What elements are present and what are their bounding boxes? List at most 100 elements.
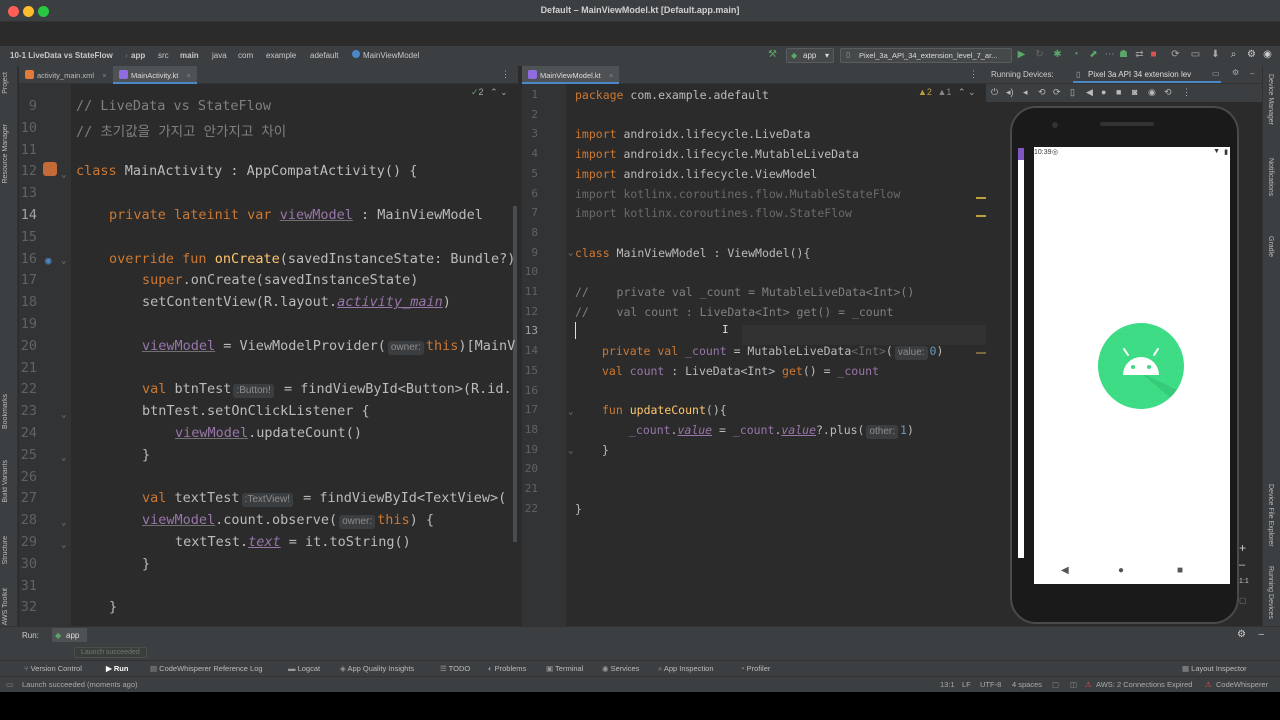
back-icon[interactable]: ◀ xyxy=(1086,87,1093,98)
warning-stripe[interactable] xyxy=(976,352,986,354)
breadcrumb-main[interactable]: main xyxy=(180,51,199,60)
fold-marker-icon[interactable]: ⌄ xyxy=(568,446,573,456)
volume-up-icon[interactable]: ◂) xyxy=(1006,87,1014,98)
close-icon[interactable]: × xyxy=(609,71,613,80)
gear-icon[interactable]: ⚙ xyxy=(1246,49,1257,60)
tool-tab-problems[interactable]: ◐ Problems xyxy=(488,664,526,673)
memory-icon[interactable]: ◫ xyxy=(1070,680,1077,689)
fold-marker-icon[interactable]: ⌄ xyxy=(61,540,66,550)
status-panel-icon[interactable]: ▭ xyxy=(6,680,13,689)
warning-stripe[interactable] xyxy=(976,215,986,217)
tool-tab-notifications[interactable]: Notifications xyxy=(1267,158,1274,196)
tool-tab-resource-manager[interactable]: Resource Manager xyxy=(2,124,9,184)
breadcrumb-project[interactable]: 10-1 LiveData vs StateFlow xyxy=(10,51,113,60)
home-icon[interactable]: ● xyxy=(1101,87,1106,97)
fold-marker-icon[interactable]: ⌄ xyxy=(61,410,66,420)
device-select[interactable]: ▯ Pixel_3a_API_34_extension_level_7_ar..… xyxy=(840,48,1012,63)
tab-list-icon[interactable]: ⋮ xyxy=(969,69,978,80)
tool-tab-logcat[interactable]: ▬ Logcat xyxy=(288,664,320,673)
sync-icon[interactable]: ⟳ xyxy=(1170,49,1181,60)
more-run-icon[interactable]: ⋯ xyxy=(1104,49,1115,60)
stop-icon[interactable]: ■ xyxy=(1148,49,1159,60)
screenshot-icon[interactable]: ◙ xyxy=(1132,87,1137,97)
caret-position[interactable]: 13:1 xyxy=(940,680,955,689)
right-code-editor[interactable]: ▲2 ▲1 ⌃ ⌄ 1 package com.example.adefault 2… xyxy=(522,84,986,626)
tab-activity-main-xml[interactable]: activity_main.xml × xyxy=(19,66,113,84)
tool-tab-todo[interactable]: ☰ TODO xyxy=(440,664,470,673)
attach-debugger-icon[interactable]: ⬈ xyxy=(1088,49,1099,60)
tab-mainviewmodel-kt[interactable]: MainViewModel.kt × xyxy=(522,66,620,84)
tool-tab-run[interactable]: ▶ Run xyxy=(106,664,128,673)
indent-setting[interactable]: 4 spaces xyxy=(1012,680,1042,689)
line-separator[interactable]: LF xyxy=(962,680,971,689)
fold-marker-icon[interactable]: ⌄ xyxy=(61,256,66,266)
gear-icon[interactable]: ⚙ xyxy=(1232,68,1239,77)
minimize-panel-icon[interactable]: – xyxy=(1258,629,1264,640)
run-tab-app[interactable]: ◆ app xyxy=(52,628,88,642)
tool-tab-device-file-explorer[interactable]: Device File Explorer xyxy=(1267,484,1274,547)
tool-tab-codewhisperer-log[interactable]: ▤ CodeWhisperer Reference Log xyxy=(150,664,263,673)
run-config-select[interactable]: ◆ app ▾ xyxy=(786,48,834,63)
coverage-icon[interactable]: ⇄ xyxy=(1134,49,1145,60)
breadcrumb-java[interactable]: java xyxy=(212,51,227,60)
fold-marker-icon[interactable]: ⌄ xyxy=(568,248,573,258)
record-icon[interactable]: ◉ xyxy=(1148,87,1156,98)
fold-marker-icon[interactable]: ⌄ xyxy=(61,170,66,180)
fold-marker-icon[interactable]: ⌄ xyxy=(61,453,66,463)
tool-tab-layout-inspector[interactable]: ▦ Layout Inspector xyxy=(1182,664,1247,673)
fold-marker-icon[interactable]: ⌄ xyxy=(61,518,66,528)
run-icon[interactable]: ▶ xyxy=(1016,49,1027,60)
tool-tab-terminal[interactable]: ▣ Terminal xyxy=(546,664,583,673)
phone-overview-icon[interactable]: ■ xyxy=(1177,565,1183,576)
phone-back-icon[interactable]: ◀ xyxy=(1061,565,1069,576)
status-message[interactable]: Launch succeeded (moments ago) xyxy=(22,680,138,689)
tool-tab-profiler[interactable]: ◔ Profiler xyxy=(740,664,770,673)
tool-tab-device-manager[interactable]: Device Manager xyxy=(1267,74,1274,125)
more-icon[interactable]: ⋮ xyxy=(1182,87,1191,98)
left-code-editor[interactable]: ✓2 ⌃ ⌄ 9 // LiveData vs StateFlow 10 // 초기값… xyxy=(19,84,518,626)
debug-icon[interactable]: ✱ xyxy=(1052,49,1063,60)
snapshot-icon[interactable]: ⟲ xyxy=(1164,87,1172,98)
tool-tab-version-control[interactable]: ⑂ Version Control xyxy=(24,664,82,673)
device-tab[interactable]: ▯ Pixel 3a API 34 extension lev xyxy=(1073,67,1221,83)
aws-connections[interactable]: AWS: 2 Connections Expired xyxy=(1096,680,1192,689)
breadcrumb-mainviewmodel[interactable]: MainViewModel xyxy=(363,51,419,60)
zoom-in-icon[interactable]: + xyxy=(1239,541,1246,555)
hammer-icon[interactable]: ⚒ xyxy=(767,49,778,60)
breadcrumb-adefault[interactable]: adefault xyxy=(310,51,338,60)
phone-home-icon[interactable]: ● xyxy=(1118,565,1124,576)
zoom-out-icon[interactable]: – xyxy=(1239,559,1245,571)
power-icon[interactable]: ⏻ xyxy=(991,87,998,98)
device-manager-icon[interactable]: ▭ xyxy=(1190,49,1201,60)
debug-bug-icon[interactable]: ☗ xyxy=(1118,49,1129,60)
overview-icon[interactable]: ■ xyxy=(1116,87,1121,97)
apply-changes-icon[interactable]: ↻ xyxy=(1034,49,1045,60)
tool-tab-running-devices[interactable]: Running Devices xyxy=(1267,566,1274,619)
tool-tab-aws-toolkit[interactable]: AWS Toolkit xyxy=(2,588,9,625)
tool-tab-bookmarks[interactable]: Bookmarks xyxy=(2,394,9,429)
search-icon[interactable]: ⌕ xyxy=(1228,49,1239,60)
codewhisperer-status[interactable]: CodeWhisperer xyxy=(1216,680,1268,689)
lock-icon[interactable]: ▢ xyxy=(1052,680,1059,689)
inspection-widget[interactable]: ✓2 ⌃ ⌄ xyxy=(471,87,508,98)
minimize-panel-icon[interactable]: – xyxy=(1250,69,1254,78)
zoom-actual-icon[interactable]: 1:1 xyxy=(1239,578,1249,585)
tab-list-icon[interactable]: ⋮ xyxy=(501,69,510,80)
tool-tab-build-variants[interactable]: Build Variants xyxy=(2,460,9,503)
fold-icon[interactable]: ▯ xyxy=(1070,87,1075,98)
tool-tab-app-quality-insights[interactable]: ◈ App Quality Insights xyxy=(340,664,414,673)
gear-icon[interactable]: ⚙ xyxy=(1237,629,1246,640)
file-encoding[interactable]: UTF-8 xyxy=(980,680,1001,689)
zoom-fit-icon[interactable]: ▢ xyxy=(1239,596,1247,605)
rotate-left-icon[interactable]: ⟲ xyxy=(1038,87,1046,98)
device-options-icon[interactable]: ▭ xyxy=(1212,69,1220,78)
tool-tab-services[interactable]: ◉ Services xyxy=(602,664,639,673)
fold-marker-icon[interactable]: ⌄ xyxy=(568,407,573,417)
warning-stripe[interactable] xyxy=(976,197,986,199)
breadcrumb-com[interactable]: com xyxy=(238,51,253,60)
override-gutter-icon[interactable]: ◉ xyxy=(45,254,52,267)
close-icon[interactable]: × xyxy=(102,71,106,80)
avatar-icon[interactable]: ◉ xyxy=(1262,49,1273,60)
tool-tab-gradle[interactable]: Gradle xyxy=(1267,236,1274,257)
class-gutter-icon[interactable] xyxy=(43,162,57,176)
